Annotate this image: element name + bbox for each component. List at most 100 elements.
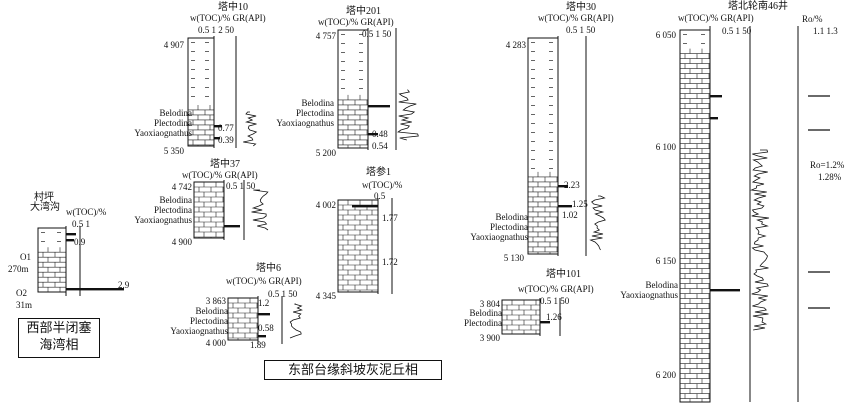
depth-bottom-tz201: 5 200	[315, 148, 336, 158]
toc-value-tc1-a: 1.77	[382, 213, 398, 223]
fossil-belodina-tz37: Belodina	[159, 195, 193, 205]
facies-legend-east: 东部台缘斜坡灰泥丘相	[264, 360, 442, 380]
well-header-tz37: w(TOC)/% GR(API)	[182, 170, 258, 180]
toc-value-dwg-b: 2.9	[118, 280, 130, 290]
toc-bar-tz6-a	[258, 313, 270, 316]
toc-bar-tbl46-a	[710, 95, 722, 98]
lithology-column-tz37	[193, 181, 225, 239]
well-header-tc1: w(TOC)/%	[362, 180, 403, 190]
well-title-tz201: 塔中201	[346, 6, 381, 17]
fossil-belodina-tz101: Belodina	[469, 308, 503, 318]
unit-270m-dwg: 270m	[8, 264, 29, 274]
toc-value-tz30-b: 1.25	[572, 199, 588, 209]
ro-note-tbl46-b: 1.28%	[818, 172, 842, 182]
toc-value-tz6-a: 1.2	[258, 298, 270, 308]
well-title-tc1: 塔参1	[366, 167, 391, 178]
section-scale-dwg: 0.5 1	[72, 219, 90, 229]
fossil-yaoxiaognathus-tz30: Yaoxiaognathus	[470, 232, 528, 242]
ro-scale-tbl46: 1.1 1.3	[813, 26, 838, 36]
depth-6100-tbl46: 6 100	[655, 142, 676, 152]
toc-bar-tz37-a	[224, 225, 240, 228]
ro-label-tbl46: Ro/%	[802, 14, 823, 24]
depth-6200-tbl46: 6 200	[655, 370, 676, 380]
well-header-tz10: w(TOC)/% GR(API)	[190, 13, 266, 23]
toc-value-tz10-b: 0.39	[218, 135, 234, 145]
toc-bar-dwg-b	[66, 239, 74, 242]
unit-o2-dwg: O2	[16, 288, 27, 298]
well-scale-tz37: 0.5 1 50	[226, 181, 256, 191]
toc-value-tz201-a: 0.48	[372, 129, 388, 139]
toc-value-tc1-b: 1.72	[382, 257, 398, 267]
toc-value-dwg-a: 0.9	[74, 237, 86, 247]
gr-curve-tz201	[397, 89, 419, 141]
well-title-tz30: 塔中30	[566, 2, 596, 13]
fossil-plectodina-tz201: Plectodina	[296, 108, 334, 118]
well-scale-tc1: 0.5	[374, 191, 386, 201]
toc-value-tz201-b: 0.54	[372, 141, 388, 151]
toc-bar-tz201-a	[368, 105, 390, 108]
toc-value-tz6-b: 0.58	[258, 323, 274, 333]
gr-curve-tz37	[251, 189, 269, 231]
depth-top-tz30: 4 283	[505, 40, 526, 50]
toc-value-tz30-c: 1.02	[562, 210, 578, 220]
depth-bottom-tz30: 5 130	[503, 253, 524, 263]
toc-bar-tz6-b	[258, 335, 266, 338]
depth-bottom-tz37: 4 900	[171, 237, 192, 247]
section-title-dwg-2: 大湾沟	[30, 202, 60, 213]
well-header-tz201: w(TOC)/% GR(API)	[318, 17, 394, 27]
fossil-belodina-tz10: Belodina	[159, 108, 193, 118]
fossil-plectodina-tz37: Plectodina	[154, 205, 192, 215]
fossil-plectodina-tz101: Plectodina	[464, 318, 502, 328]
toc-bar-tz30-b	[558, 205, 572, 208]
unit-o1-dwg: O1	[20, 252, 31, 262]
facies-legend-west-line2: 海湾相	[39, 337, 79, 352]
depth-top-tz201: 4 757	[315, 31, 336, 41]
fossil-belodina-tz201: Belodina	[301, 98, 335, 108]
well-title-tbl46: 塔北轮南46井	[728, 1, 788, 12]
fossil-yaoxiaognathus-tz6: Yaoxiaognathus	[170, 326, 228, 336]
well-title-tz101: 塔中101	[546, 269, 581, 280]
facies-legend-west-line1: 西部半闭塞	[26, 320, 92, 335]
toc-value-tz10-a: 0.77	[218, 123, 234, 133]
well-scale-tz201: 0.5 1 50	[362, 29, 392, 39]
lithology-column-tz201	[337, 29, 369, 149]
fossil-yaoxiaognathus-tz201: Yaoxiaognathus	[276, 118, 334, 128]
well-header-tz30: w(TOC)/% GR(API)	[538, 13, 614, 23]
toc-bar-tc1-a	[352, 205, 378, 208]
gr-curve-tz30	[589, 195, 606, 251]
toc-value-tz101-a: 1.26	[546, 312, 562, 322]
well-scale-tz101: 0.5 1 50	[540, 296, 570, 306]
lithology-column-tz30	[527, 37, 559, 255]
toc-value-tz30-a: 2.23	[564, 180, 580, 190]
fossil-yaoxiaognathus-tbl46: Yaoxiaognathus	[620, 290, 678, 300]
depth-bottom-tz6: 4 000	[205, 338, 226, 348]
well-title-tz37: 塔中37	[210, 159, 240, 170]
well-scale-tz30: 0.5 1 50	[566, 25, 596, 35]
depth-top-tc1: 4 002	[315, 200, 336, 210]
well-header-tbl46: w(TOC)/% GR(API)	[678, 13, 754, 23]
gr-curve-tz6	[289, 303, 303, 339]
section-header-dwg: w(TOC)/%	[66, 207, 107, 217]
well-title-tz10: 塔中10	[218, 2, 248, 13]
toc-bar-tbl46-c	[710, 289, 740, 292]
well-header-tz6: w(TOC)/% GR(API)	[226, 276, 302, 286]
depth-6050-tbl46: 6 050	[655, 30, 676, 40]
toc-value-tz6-c: 1.89	[250, 340, 266, 350]
gr-curve-tbl46	[749, 149, 770, 331]
well-header-tz101: w(TOC)/% GR(API)	[518, 284, 594, 294]
well-scale-tbl46: 0.5 1 50	[722, 26, 752, 36]
lithology-column-tz6	[227, 297, 259, 341]
depth-bottom-tc1: 4 345	[315, 291, 336, 301]
fossil-plectodina-tz10: Plectodina	[154, 118, 192, 128]
fossil-belodina-tbl46: Belodina	[645, 280, 679, 290]
depth-bottom-tz101: 3 900	[479, 333, 500, 343]
depth-top-tz6: 3 863	[205, 296, 226, 306]
depth-bottom-tz10: 5 350	[163, 146, 184, 156]
facies-legend-west: 西部半闭塞 海湾相	[18, 318, 100, 358]
well-scale-tz10: 0.5 1 2 50	[198, 25, 234, 35]
depth-top-tz10: 4 907	[163, 40, 184, 50]
ro-note-tbl46-a: Ro=1.2%	[810, 160, 845, 170]
well-scale-tz6: 0.5 1 50	[268, 289, 298, 299]
toc-bar-dwg-a	[66, 233, 76, 236]
depth-top-tz37: 4 742	[171, 182, 192, 192]
